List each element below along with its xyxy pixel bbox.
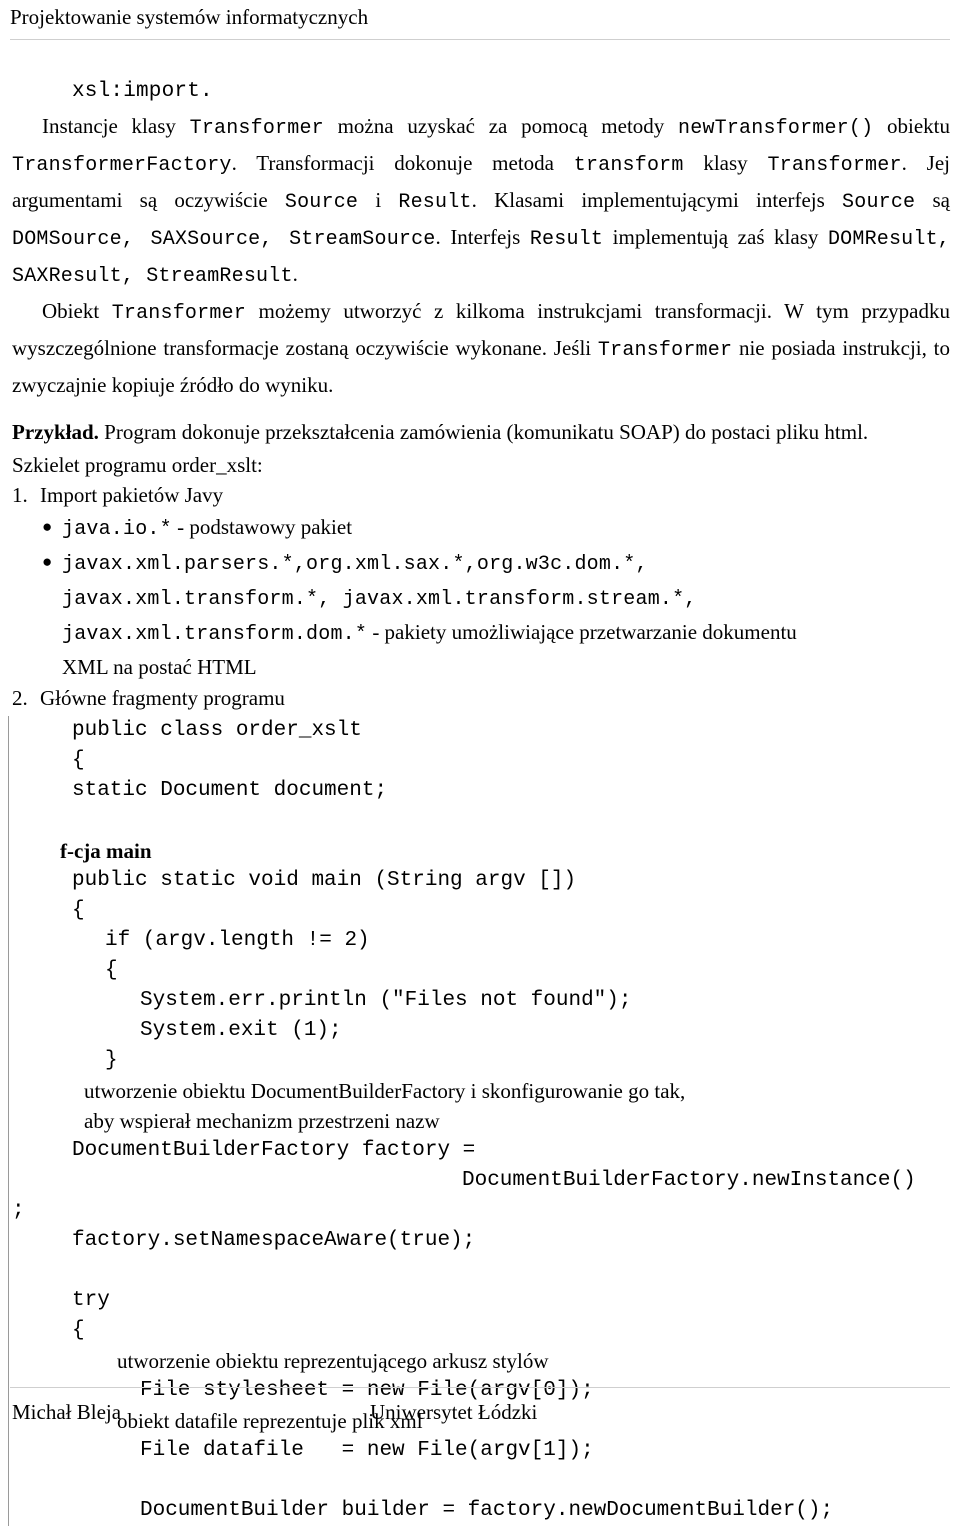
page-footer: Michał Bleja Uniwersytet Łódzki: [0, 1387, 960, 1434]
list-item: 1. Import pakietów Javy ● java.io.* - po…: [12, 480, 950, 683]
text-fragment: można uzyskać za pomocą metody: [323, 114, 679, 138]
list-item: 2. Główne fragmenty programu: [12, 683, 950, 714]
code-line: {: [72, 749, 85, 772]
text-fragment: .: [292, 262, 298, 286]
text-fragment: XML na postać HTML: [62, 655, 257, 679]
list-number: 2.: [12, 686, 28, 710]
code-line: if (argv.length != 2): [105, 929, 370, 952]
list-number: 1.: [12, 483, 28, 507]
program-outline-list: 1. Import pakietów Javy ● java.io.* - po…: [12, 480, 950, 714]
footer-institution: Uniwersytet Łódzki: [370, 1400, 538, 1424]
example-text: Program dokonuje przekształcenia zamówie…: [98, 420, 869, 444]
code-line: {: [105, 959, 118, 982]
code-comment: aby wspierał mechanizm przestrzeni nazw: [84, 1109, 440, 1133]
document-page: Projektowanie systemów informatycznych x…: [0, 0, 960, 1526]
text-fragment: obiektu: [873, 114, 951, 138]
header-divider: [10, 39, 950, 40]
code-line: System.exit (1);: [140, 1019, 342, 1042]
page-header: Projektowanie systemów informatycznych: [0, 0, 960, 40]
code-fragment: javax.xml.parsers.*,org.xml.sax.*,org.w3…: [62, 553, 648, 576]
code-line: DocumentBuilderFactory.newInstance(): [462, 1169, 916, 1192]
code-comment-fcja-main: f-cja main: [60, 839, 152, 863]
list-item: ● javax.xml.parsers.*,org.xml.sax.*,org.…: [40, 546, 950, 683]
text-fragment: Instancje klasy: [42, 114, 190, 138]
text-fragment: i: [358, 188, 399, 212]
list-item-label: Import pakietów Javy: [40, 483, 224, 507]
code-comment: utworzenie obiektu DocumentBuilderFactor…: [84, 1079, 686, 1103]
code-fragment: DOMSource, SAXSource, StreamSource: [12, 228, 436, 251]
code-fragment: Result: [398, 191, 472, 214]
paragraph-transformer-intro: Instancje klasy Transformer można uzyska…: [12, 109, 950, 294]
skeleton-line: Szkielet programu order_xslt:: [12, 453, 263, 477]
footer-author: Michał Bleja: [12, 1400, 122, 1424]
code-fragment: transform: [573, 154, 684, 177]
header-title: Projektowanie systemów informatycznych: [10, 5, 369, 29]
bullet-continuation: XML na postać HTML: [62, 651, 950, 683]
code-line: {: [72, 1319, 85, 1342]
text-fragment: są: [915, 188, 950, 212]
code-line: System.err.println ("Files not found");: [140, 989, 632, 1012]
code-fragment: Transformer: [111, 302, 246, 325]
package-bullet-list: ● java.io.* - podstawowy pakiet ● javax.…: [40, 511, 950, 683]
bullet-icon: ●: [42, 517, 53, 536]
code-line: File datafile = new File(argv[1]);: [140, 1439, 594, 1462]
text-fragment: klasy: [683, 151, 768, 175]
code-line: factory.setNamespaceAware(true);: [72, 1229, 476, 1252]
paragraph-example: Przykład. Program dokonuje przekształcen…: [12, 415, 950, 450]
text-fragment: Obiekt: [42, 299, 112, 323]
code-fragment: Source: [842, 191, 916, 214]
xsl-import-line: xsl:import.: [72, 80, 213, 103]
code-line: DocumentBuilder builder = factory.newDoc…: [140, 1499, 834, 1522]
text-fragment: . Transformacji dokonuje metoda: [231, 151, 574, 175]
text-fragment: implementują zaś klasy: [603, 225, 828, 249]
paragraph-transformer-instructions: Obiekt Transformer możemy utworzyć z kil…: [12, 294, 950, 403]
code-line: public static void main (String argv []): [72, 869, 577, 892]
code-fragment: Result: [529, 228, 604, 251]
list-item-label: Główne fragmenty programu: [40, 686, 285, 710]
code-line: public class order_xslt: [72, 719, 362, 742]
code-fragment: TransformerFactory: [12, 154, 232, 177]
code-fragment: Transformer: [767, 154, 902, 177]
bullet-continuation: javax.xml.transform.dom.* - pakiety umoż…: [62, 616, 950, 651]
bullet-continuation: javax.xml.transform.*, javax.xml.transfo…: [62, 581, 950, 616]
text-fragment: - pakiety umożliwiające przetwarzanie do…: [367, 620, 797, 644]
example-label: Przykład.: [12, 420, 99, 444]
text-fragment: . Interfejs: [435, 225, 530, 249]
code-line: {: [72, 899, 85, 922]
code-comment: utworzenie obiektu reprezentującego arku…: [117, 1349, 549, 1373]
code-line: static Document document;: [72, 779, 388, 802]
code-line: }: [105, 1049, 118, 1072]
code-fragment: Source: [284, 191, 359, 214]
code-line: DocumentBuilderFactory factory =: [72, 1139, 476, 1162]
code-fragment: javax.xml.transform.*, javax.xml.transfo…: [62, 588, 697, 611]
list-item: ● java.io.* - podstawowy pakiet: [40, 511, 950, 546]
code-fragment: Transformer: [189, 117, 324, 140]
code-line: try: [72, 1289, 110, 1312]
bullet-icon: ●: [42, 552, 53, 571]
footer-row: Michał Bleja Uniwersytet Łódzki: [0, 1388, 960, 1434]
document-content: xsl:import. Instancje klasy Transformer …: [0, 75, 960, 1526]
code-fragment: java.io.*: [62, 518, 172, 541]
code-fragment: javax.xml.transform.dom.*: [62, 623, 368, 646]
text-fragment: . Klasami implementującymi interfejs: [471, 188, 843, 212]
code-fragment: newTransformer(): [678, 117, 874, 140]
code-fragment: Transformer: [597, 339, 733, 362]
code-line-wrapped-semicolon: ;: [12, 1199, 25, 1222]
text-fragment: - podstawowy pakiet: [171, 515, 353, 539]
